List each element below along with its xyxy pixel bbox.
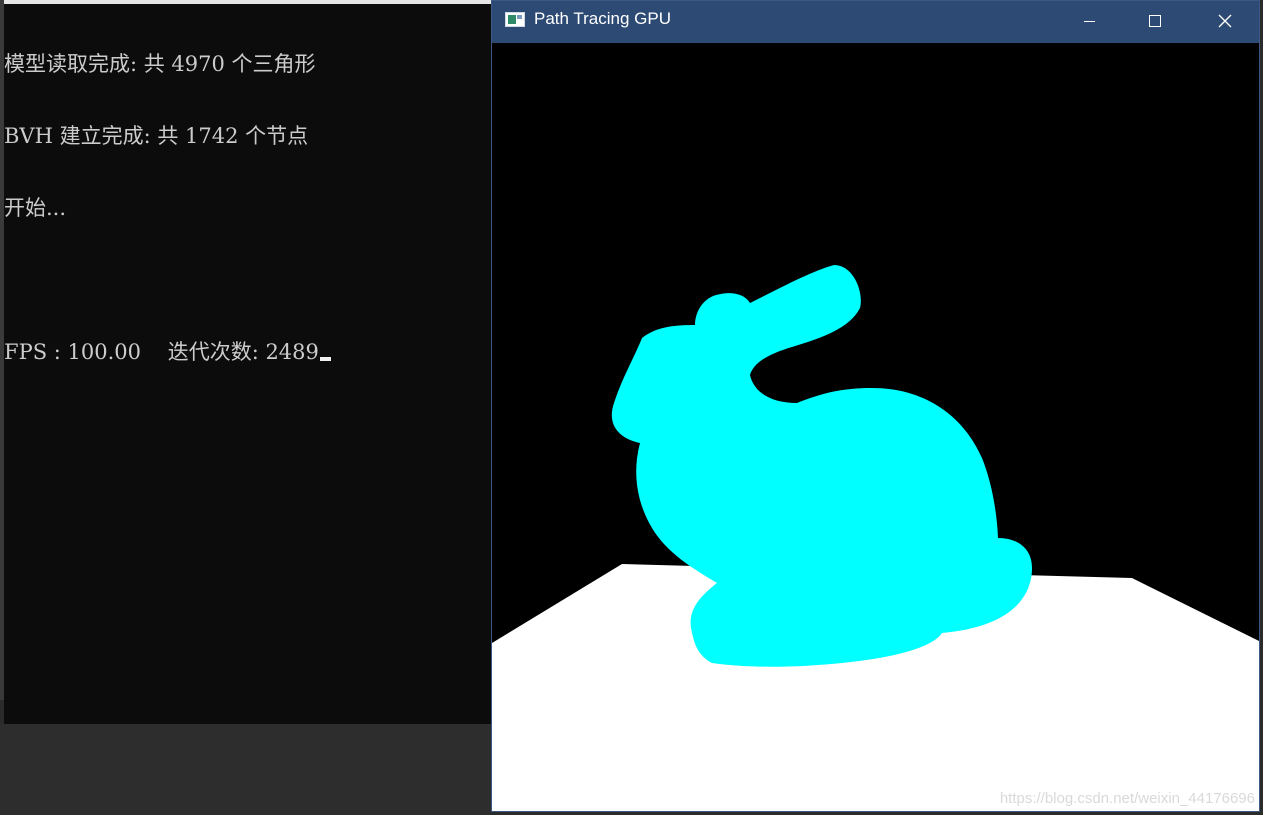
console-line-blank xyxy=(4,268,492,292)
window-title: Path Tracing GPU xyxy=(534,9,672,28)
minimize-icon xyxy=(1083,20,1095,22)
minimize-button[interactable] xyxy=(1066,1,1112,41)
text-cursor xyxy=(319,357,331,361)
console-output: 模型读取完成: 共 4970 个三角形 BVH 建立完成: 共 1742 个节点… xyxy=(4,4,492,412)
maximize-icon xyxy=(1149,15,1161,27)
close-icon xyxy=(1218,14,1232,28)
watermark: https://blog.csdn.net/weixin_44176696 xyxy=(999,790,1255,807)
fps-iteration-readout: FPS : 100.00 迭代次数: 2489 xyxy=(4,340,319,364)
desktop-background xyxy=(0,724,492,815)
render-window[interactable]: Path Tracing GPU https://blog.csdn.net/w… xyxy=(491,0,1260,812)
app-window-icon xyxy=(505,12,525,27)
title-bar[interactable]: Path Tracing GPU xyxy=(492,1,1259,43)
maximize-button[interactable] xyxy=(1132,1,1178,41)
rendered-scene xyxy=(492,43,1259,811)
console-line-bvh-built: BVH 建立完成: 共 1742 个节点 xyxy=(4,124,309,148)
console-line-model-loaded: 模型读取完成: 共 4970 个三角形 xyxy=(4,52,316,76)
console-line-start: 开始... xyxy=(4,196,67,220)
close-button[interactable] xyxy=(1202,1,1248,41)
console-line-status: FPS : 100.00 迭代次数: 2489 xyxy=(4,340,492,364)
render-viewport[interactable]: https://blog.csdn.net/weixin_44176696 xyxy=(492,43,1259,811)
console-window[interactable]: 模型读取完成: 共 4970 个三角形 BVH 建立完成: 共 1742 个节点… xyxy=(4,0,492,724)
